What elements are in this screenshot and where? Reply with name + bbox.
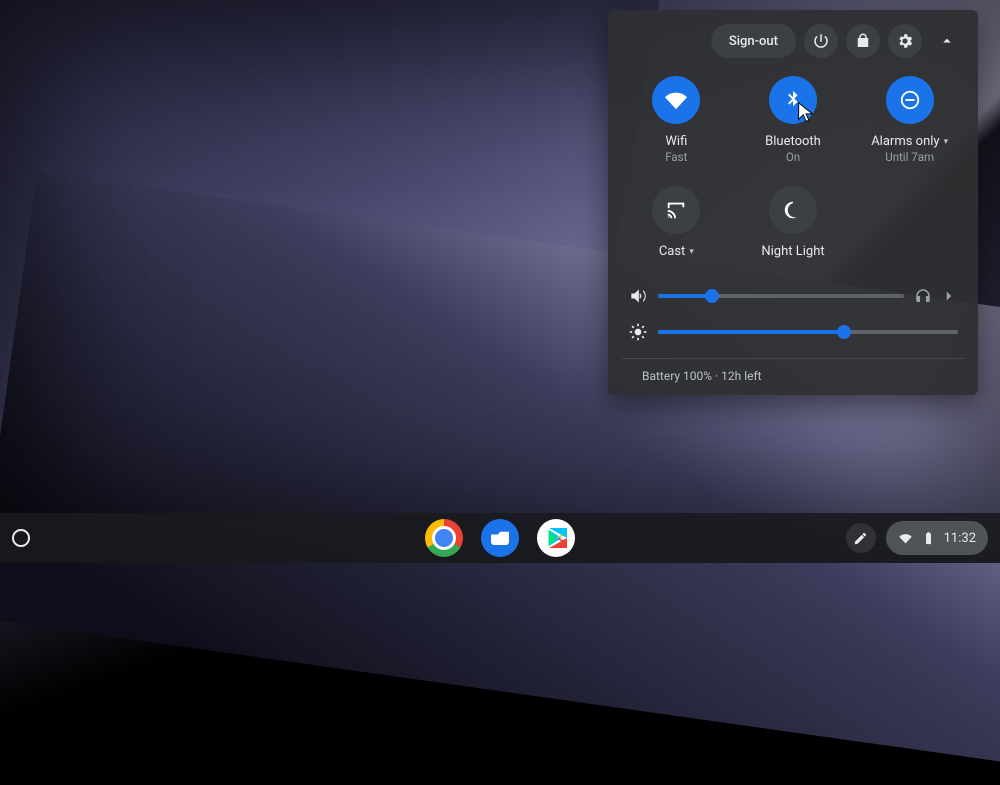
tile-nightlight-title: Night Light [761,244,824,259]
launcher-button[interactable] [12,529,30,547]
divider [622,358,964,359]
gear-icon [896,32,914,50]
bluetooth-icon [782,89,804,111]
wifi-icon [898,531,913,546]
tile-dnd-sub: Until 7am [855,150,964,164]
battery-full-icon [921,531,936,546]
power-icon [812,32,830,50]
battery-status: Battery 100% · 12h left [622,365,964,385]
panel-header: Sign-out [622,24,964,58]
tile-night-light[interactable]: Night Light [739,186,848,260]
tile-dnd[interactable]: Alarms only ▾ Until 7am [855,76,964,164]
pinned-apps [425,519,575,557]
collapse-button[interactable] [930,24,964,58]
volume-track[interactable] [658,294,904,298]
tile-wifi-title: Wifi [665,134,687,149]
lock-icon [854,32,872,50]
night-light-icon [782,199,804,221]
system-tray[interactable]: 11:32 [886,521,988,555]
volume-slider[interactable] [622,278,964,314]
tile-dnd-title: Alarms only [871,134,939,149]
brightness-slider[interactable] [622,314,964,350]
feature-tiles: Wifi Fast Bluetooth On Alarms only ▾ Unt… [622,76,964,260]
tile-wifi-sub: Fast [622,150,731,164]
tile-bluetooth[interactable]: Bluetooth On [739,76,848,164]
sign-out-button[interactable]: Sign-out [711,24,796,58]
lock-button[interactable] [846,24,880,58]
tile-bluetooth-sub: On [739,150,848,164]
app-files[interactable] [481,519,519,557]
tile-cast-title: Cast [659,244,686,259]
settings-button[interactable] [888,24,922,58]
clock: 11:32 [944,531,976,546]
tile-cast[interactable]: Cast ▾ [622,186,731,260]
stylus-tools-button[interactable] [846,523,876,553]
cast-icon [665,199,687,221]
volume-icon [628,286,648,306]
app-chrome[interactable] [425,519,463,557]
chevron-down-icon: ▾ [689,247,694,257]
brightness-track[interactable] [658,330,958,334]
play-store-icon [545,527,567,549]
chevron-up-icon [938,32,956,50]
headphones-icon[interactable] [914,287,932,305]
power-button[interactable] [804,24,838,58]
chevron-down-icon: ▾ [944,137,949,147]
wifi-icon [665,89,687,111]
shelf: 11:32 [0,513,1000,563]
quick-settings-panel: Sign-out Wifi Fast Bluetoot [608,10,978,395]
tile-wifi[interactable]: Wifi Fast [622,76,731,164]
brightness-icon [628,322,648,342]
stylus-icon [853,531,868,546]
tile-bluetooth-title: Bluetooth [765,134,821,149]
app-play-store[interactable] [537,519,575,557]
alarms-only-icon [899,89,921,111]
chevron-right-icon[interactable] [940,287,958,305]
